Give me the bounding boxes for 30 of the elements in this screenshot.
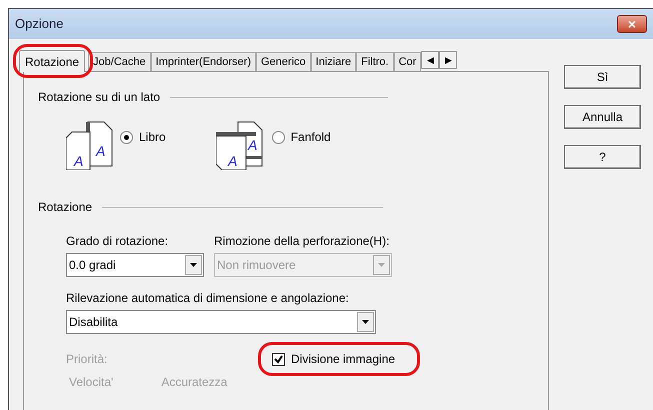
dialog-button[interactable]: Sì	[564, 65, 641, 89]
field-label: Rimozione della perforazione(H):	[214, 233, 390, 250]
priority-label: Priorità:	[66, 351, 108, 368]
tab[interactable]: Job/Cache	[88, 52, 151, 71]
scroll-arrow-button[interactable]: ▶	[439, 51, 458, 69]
dialog-button[interactable]: Annulla	[564, 105, 641, 129]
split-image-checkbox[interactable]: Divisione immagine	[272, 350, 396, 368]
group-label: Rotazione su di un lato	[38, 89, 160, 106]
slider-end-label: Velocita'	[69, 374, 114, 391]
tab[interactable]: Filtro.	[356, 52, 394, 71]
tab[interactable]: Imprinter(Endorser)	[150, 52, 256, 71]
window-title: Opzione	[15, 15, 64, 34]
checkmark-icon	[274, 354, 283, 364]
group-label: Rotazione	[38, 199, 92, 216]
dialog-button[interactable]: ?	[564, 145, 641, 169]
caret-icon	[373, 255, 390, 275]
slider-end-label: Accuratezza	[161, 374, 228, 391]
scroll-arrow-button[interactable]: ◀	[421, 51, 440, 69]
dropdown[interactable]: 0.0 gradi	[66, 253, 204, 277]
tab[interactable]: Rotazione	[19, 50, 86, 72]
caret-icon	[185, 255, 202, 275]
radio-option[interactable]: Fanfold	[272, 128, 331, 146]
radio-option[interactable]: Libro	[120, 128, 166, 146]
tab[interactable]: Cor	[394, 52, 422, 71]
tab[interactable]: Generico	[256, 52, 311, 71]
tab[interactable]: Iniziare	[310, 52, 356, 71]
detection-dropdown[interactable]: Disabilita	[66, 310, 376, 334]
field-label: Rilevazione automatica di dimensione e angolazione:	[66, 290, 350, 307]
caret-icon	[357, 312, 374, 332]
field-label: Grado di rotazione:	[66, 233, 170, 250]
